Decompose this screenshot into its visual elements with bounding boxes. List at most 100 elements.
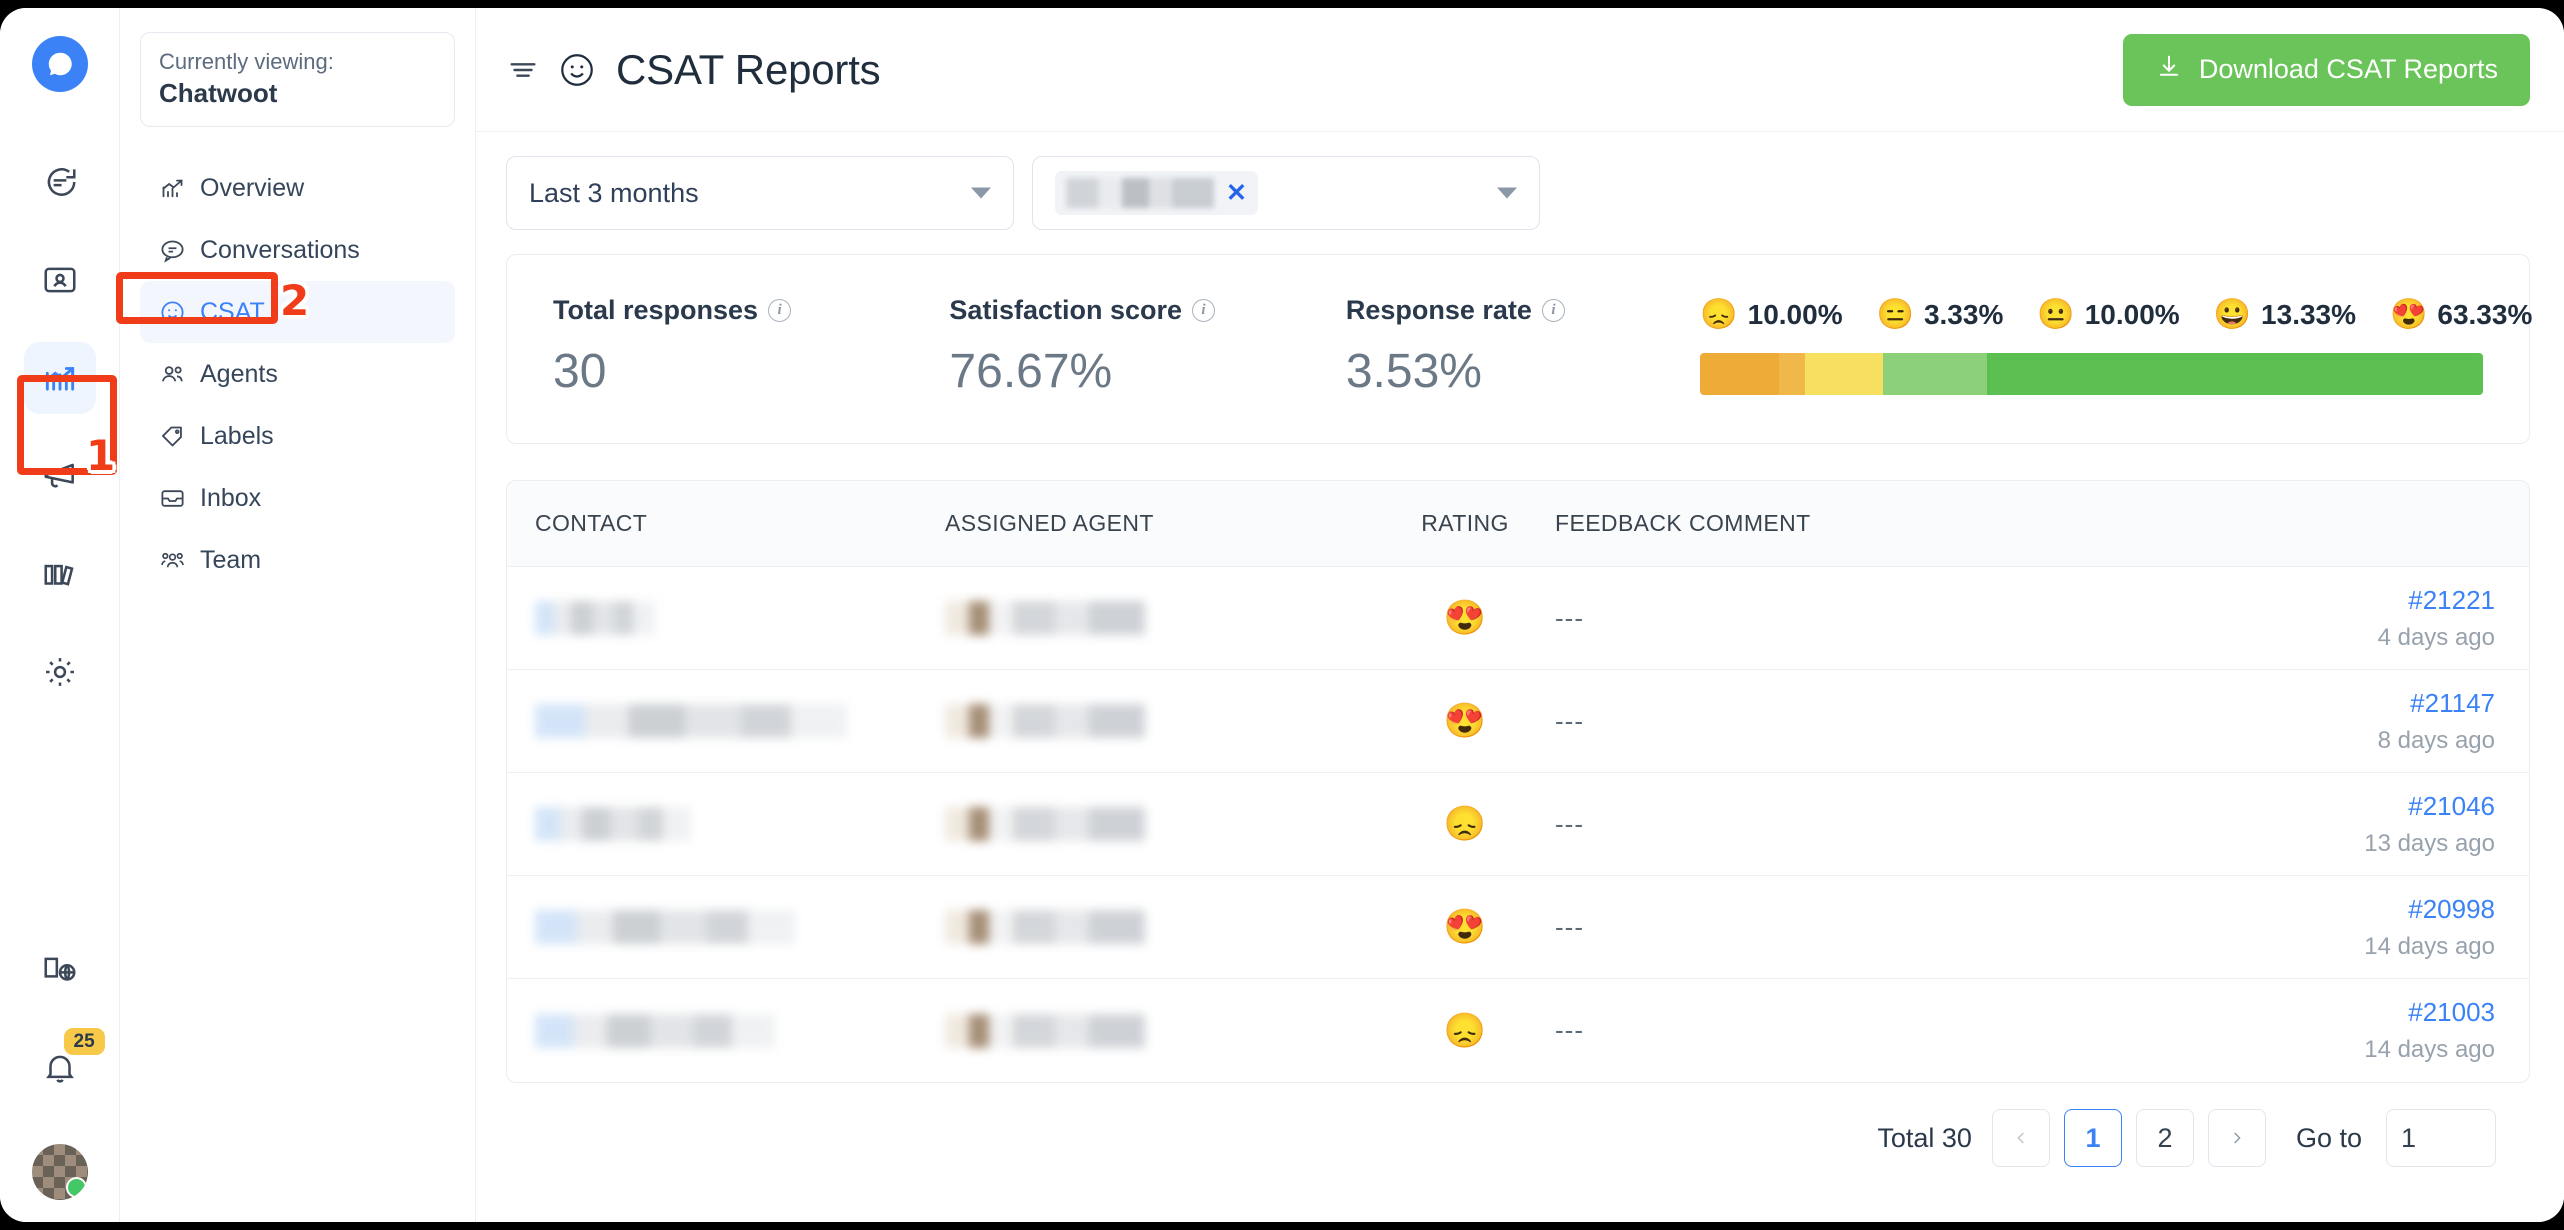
rail-campaigns[interactable] <box>24 440 96 512</box>
agent-chip[interactable]: ✕ <box>1055 171 1258 215</box>
redacted-agent-name <box>945 910 1145 944</box>
redacted-contact-name <box>535 910 795 944</box>
sidebar-item-inbox[interactable]: Inbox <box>140 467 455 529</box>
rail-notifications[interactable]: 25 <box>24 1028 105 1104</box>
redacted-agent-name <box>945 704 1145 738</box>
table-row[interactable]: 😞 --- #21003 14 days ago <box>507 979 2529 1082</box>
conversation-timestamp: 8 days ago <box>2377 726 2495 754</box>
page-button-2[interactable]: 2 <box>2135 1109 2194 1167</box>
cell-conversation-link: #21003 14 days ago <box>2285 997 2495 1064</box>
page-button-1[interactable]: 1 <box>2063 1109 2122 1167</box>
cell-feedback-comment: --- <box>1555 705 1584 736</box>
info-icon[interactable]: i <box>1192 299 1216 322</box>
metric-label: Satisfaction score <box>949 295 1183 325</box>
goto-page-input[interactable] <box>2386 1109 2496 1167</box>
sidebar-item-conversations[interactable]: Conversations <box>140 219 455 281</box>
rating-bar-segment <box>1700 353 1779 395</box>
sidebar-item-label: Conversations <box>200 235 360 264</box>
cell-assigned-agent <box>945 704 1375 738</box>
conversation-id-link[interactable]: #21147 <box>2410 688 2495 719</box>
table-row[interactable]: 😞 --- #21046 13 days ago <box>507 773 2529 876</box>
metric-value: 3.53% <box>1345 345 1482 398</box>
sidebar-item-labels[interactable]: Labels <box>140 405 455 467</box>
info-icon[interactable]: i <box>1541 299 1565 322</box>
info-icon[interactable]: i <box>768 299 792 322</box>
conversation-id-link[interactable]: #20998 <box>2408 894 2495 925</box>
inbox-icon <box>158 484 186 512</box>
prev-page-button[interactable] <box>1991 1109 2050 1167</box>
column-header-feedback-comment: FEEDBACK COMMENT <box>1555 510 1811 536</box>
cell-contact <box>535 910 945 944</box>
date-range-select[interactable]: Last 3 months <box>506 156 1014 230</box>
pagination: Total 30 1 2 Go to <box>506 1083 2530 1167</box>
currently-viewing-label: Currently viewing: <box>159 49 334 74</box>
cell-contact <box>535 1013 945 1048</box>
sidebar-item-label: Labels <box>200 421 274 450</box>
rail-help-center[interactable] <box>24 538 96 610</box>
legend-percent: 10.00% <box>2084 299 2180 330</box>
account-name: Chatwoot <box>159 77 278 108</box>
sidebar-item-csat[interactable]: CSAT <box>140 281 455 344</box>
hamburger-icon[interactable] <box>506 53 540 87</box>
column-header-assigned-agent: ASSIGNED AGENT <box>945 510 1154 536</box>
legend-item: 😍 63.33% <box>2390 299 2532 331</box>
chevron-right-icon <box>2234 1132 2241 1144</box>
sidebar-item-overview[interactable]: Overview <box>140 157 455 219</box>
page-title: CSAT Reports <box>616 45 881 93</box>
sidebar-item-label: Agents <box>200 359 278 388</box>
filter-row: Last 3 months ✕ <box>506 156 2530 230</box>
conversation-id-link[interactable]: #21003 <box>2408 997 2495 1028</box>
conversation-id-link[interactable]: #21046 <box>2408 791 2495 822</box>
table-body: 😍 --- #21221 4 days ago 😍 --- #21147 8 days ago… <box>507 567 2529 1082</box>
emoji-very-dissatisfied-icon: 😞 <box>1700 298 1738 331</box>
rating-bar-segment <box>1987 353 2483 395</box>
main-panel: CSAT Reports Download CSAT Reports Last … <box>476 8 2564 1222</box>
legend-item: 😞 10.00% <box>1700 299 1842 331</box>
conversation-id-link[interactable]: #21221 <box>2408 585 2495 616</box>
rail-settings[interactable] <box>24 636 96 708</box>
rail-contacts[interactable] <box>24 244 96 316</box>
rail-portal[interactable] <box>24 934 96 1006</box>
cell-rating-emoji: 😍 <box>1443 908 1487 946</box>
cell-feedback-comment: --- <box>1555 911 1584 942</box>
emoji-very-satisfied-icon: 😍 <box>2390 298 2428 331</box>
cell-feedback-comment: --- <box>1555 1015 1584 1045</box>
rail-conversations[interactable] <box>24 146 96 218</box>
cell-contact <box>535 807 945 841</box>
agent-filter-select[interactable]: ✕ <box>1032 156 1540 230</box>
avatar[interactable] <box>31 1144 88 1200</box>
metric-response-rate: Response rate i 3.53% <box>1346 295 1656 399</box>
download-csat-reports-button[interactable]: Download CSAT Reports <box>2122 33 2530 106</box>
sidebar-item-team[interactable]: Team <box>140 529 455 591</box>
cell-assigned-agent <box>945 910 1375 944</box>
goto-label: Go to <box>2295 1122 2362 1153</box>
table-header-row: CONTACT ASSIGNED AGENT RATING FEEDBACK C… <box>507 481 2529 567</box>
currently-viewing-card: Currently viewing: Chatwoot <box>140 32 455 128</box>
smiley-icon <box>558 51 596 89</box>
emoji-satisfied-icon: 😀 <box>2213 298 2252 331</box>
chevron-left-icon <box>2017 1132 2024 1144</box>
emoji-neutral-icon: 😐 <box>2037 298 2075 331</box>
table-row[interactable]: 😍 --- #21147 8 days ago <box>507 670 2529 773</box>
remove-chip-icon[interactable]: ✕ <box>1226 180 1247 206</box>
legend-percent: 3.33% <box>1923 299 2004 330</box>
sidebar-item-agents[interactable]: Agents <box>140 343 455 405</box>
metric-label: Total responses <box>553 295 759 325</box>
app-window: 25 1 Currently viewing: Chatwoot Overvie… <box>0 8 2564 1222</box>
cell-rating-emoji: 😍 <box>1443 702 1487 740</box>
csat-metrics-card: Total responses i 30 Satisfaction score … <box>506 254 2532 444</box>
chatwoot-logo-icon <box>31 36 88 92</box>
tag-icon <box>158 422 186 450</box>
sidebar-item-label: CSAT <box>200 297 265 326</box>
cell-conversation-link: #20998 14 days ago <box>2285 894 2495 961</box>
rating-bar-segment <box>1778 353 1805 395</box>
cell-conversation-link: #21221 4 days ago <box>2285 585 2495 652</box>
table-row[interactable]: 😍 --- #20998 14 days ago <box>507 876 2529 979</box>
total-count-label: Total 30 <box>1877 1122 1972 1153</box>
conversation-timestamp: 4 days ago <box>2377 623 2495 651</box>
reports-sidebar: Currently viewing: Chatwoot Overview Con… <box>116 8 476 1222</box>
next-page-button[interactable] <box>2207 1109 2266 1167</box>
redacted-agent-name <box>945 601 1145 635</box>
table-row[interactable]: 😍 --- #21221 4 days ago <box>507 567 2529 670</box>
rail-reports[interactable] <box>23 342 96 414</box>
